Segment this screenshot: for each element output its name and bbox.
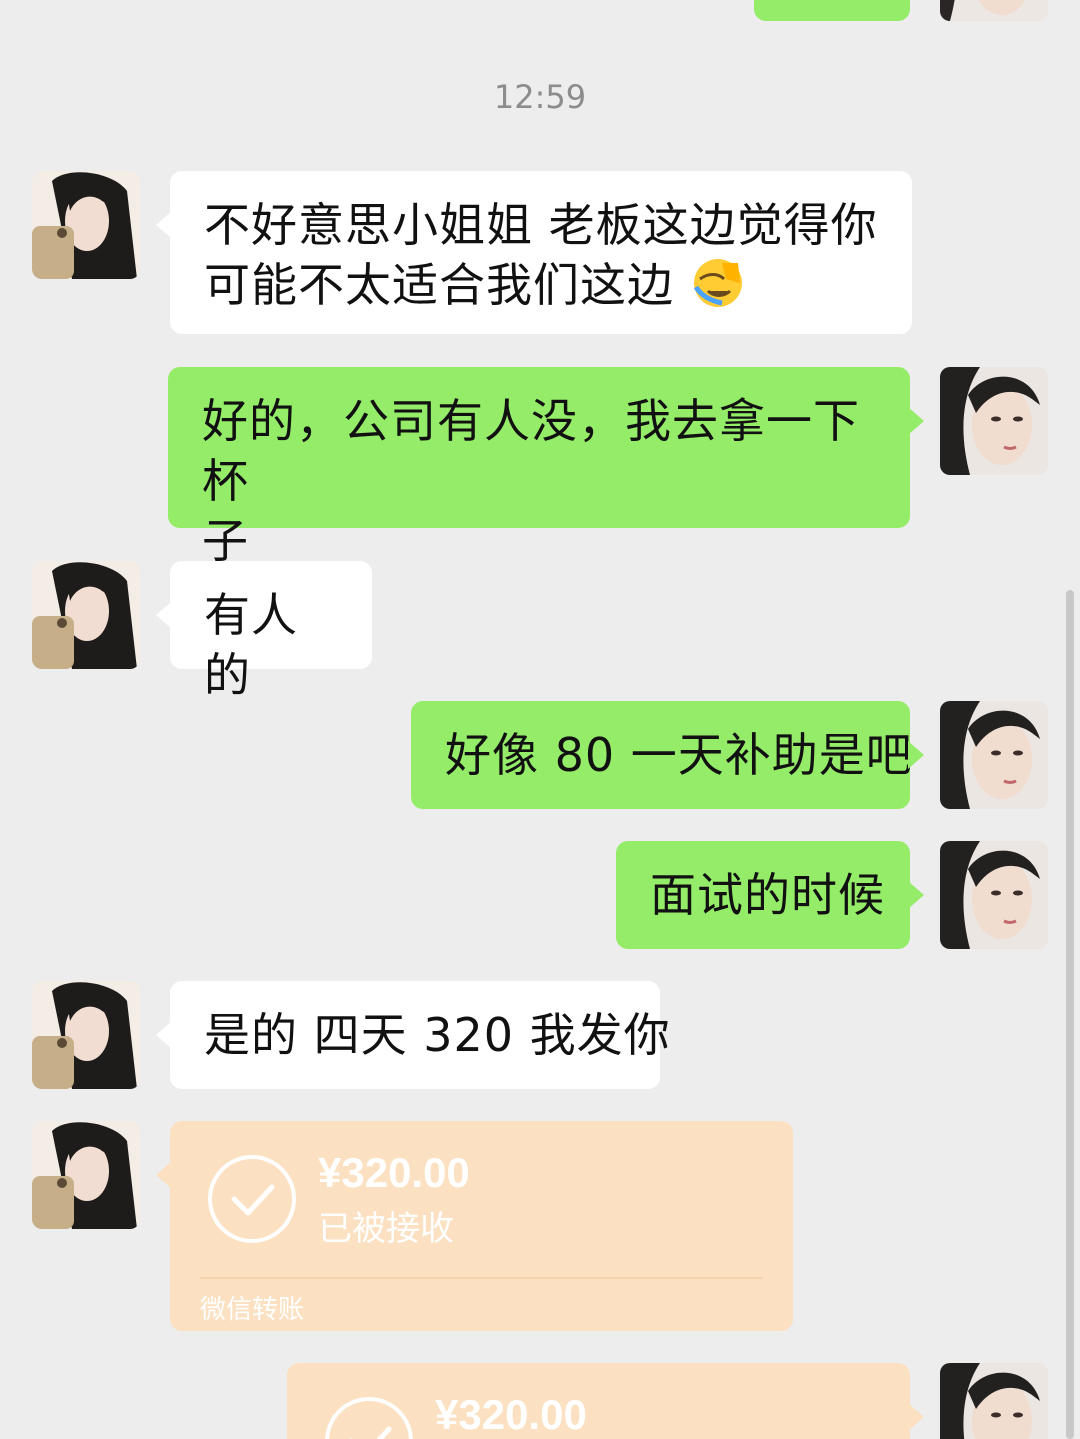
check-circle-icon — [208, 1155, 296, 1243]
my-avatar[interactable] — [940, 0, 1048, 21]
message-text-line: 不好意思小姐姐 老板这边觉得你 — [204, 198, 878, 252]
transfer-footer-label: 微信转账 — [200, 1295, 305, 1325]
outgoing-message-bubble[interactable]: 面试的时候 — [616, 841, 924, 949]
contact-avatar[interactable] — [32, 561, 140, 669]
outgoing-message-bubble[interactable]: 好的，公司有人没，我去拿一下杯 子 — [168, 367, 924, 568]
transfer-status: 已被接收 — [318, 1209, 454, 1249]
my-avatar[interactable] — [940, 1363, 1048, 1439]
message-text-line: 可能不太适合我们这边 — [204, 255, 878, 315]
my-avatar[interactable] — [940, 841, 1048, 949]
transfer-card[interactable]: ¥320.00 — [287, 1363, 924, 1439]
check-circle-icon — [325, 1397, 413, 1439]
message-timestamp: 12:59 — [493, 78, 587, 116]
transfer-amount: ¥320.00 — [318, 1149, 470, 1196]
contact-avatar[interactable] — [32, 981, 140, 1089]
my-avatar[interactable] — [940, 367, 1048, 475]
message-text-line-2: 可能不太适合我们这边 — [204, 258, 674, 312]
incoming-message-bubble[interactable]: 不好意思小姐姐 老板这边觉得你 可能不太适合我们这边 — [156, 171, 912, 334]
message-text: 是的 四天 320 我发你 — [204, 1008, 671, 1062]
outgoing-message-bubble[interactable]: 好像 80 一天补助是吧 — [411, 701, 924, 809]
contact-avatar[interactable] — [32, 1121, 140, 1229]
incoming-message-bubble[interactable]: 有人的 — [156, 561, 372, 702]
transfer-amount: ¥320.00 — [435, 1391, 587, 1438]
facepalm-crying-emoji — [693, 259, 742, 307]
transfer-card[interactable]: ¥320.00 已被接收 微信转账 — [156, 1121, 793, 1331]
message-text: 有人的 — [204, 588, 298, 702]
scrollbar[interactable] — [1066, 590, 1074, 1439]
message-text: 面试的时候 — [650, 868, 885, 922]
partial-outgoing-bubble[interactable] — [754, 0, 910, 21]
contact-avatar[interactable] — [32, 171, 140, 279]
message-text: 好像 80 一天补助是吧 — [445, 728, 913, 782]
transfer-divider — [200, 1277, 763, 1279]
incoming-message-bubble[interactable]: 是的 四天 320 我发你 — [156, 981, 671, 1089]
my-avatar[interactable] — [940, 701, 1048, 809]
message-text-line: 好的，公司有人没，我去拿一下杯 — [202, 394, 860, 508]
